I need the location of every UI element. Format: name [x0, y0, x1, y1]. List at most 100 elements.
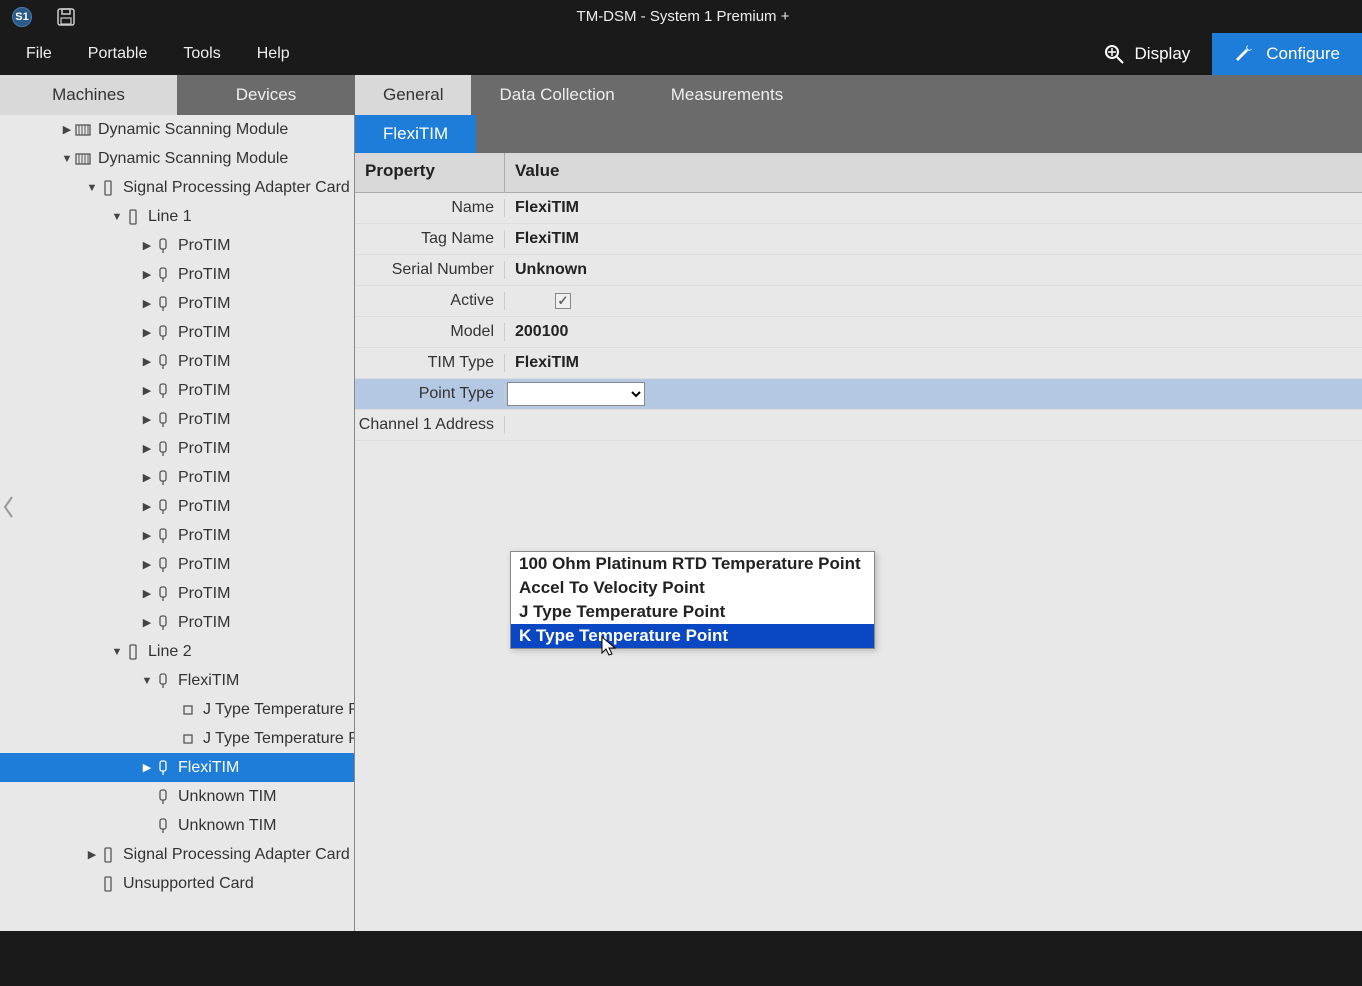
tim-icon — [154, 528, 172, 544]
card-icon — [99, 847, 117, 863]
tree-expander-icon[interactable]: ▶ — [140, 239, 154, 252]
tree-expander-icon[interactable]: ▶ — [140, 616, 154, 629]
tim-icon — [154, 238, 172, 254]
tree-row[interactable]: Unsupported Card — [0, 869, 354, 898]
tree-expander-icon[interactable]: ▶ — [140, 413, 154, 426]
tree-expander-icon[interactable]: ▶ — [140, 529, 154, 542]
mode-configure-label: Configure — [1266, 44, 1340, 64]
tree-expander-icon[interactable]: ▶ — [140, 355, 154, 368]
top-tabs: Machines Devices General Data Collection… — [0, 75, 1362, 115]
card-icon — [124, 644, 142, 660]
tree-expander-icon[interactable]: ▶ — [140, 297, 154, 310]
tree-label: ProTIM — [178, 324, 230, 342]
tree-expander-icon[interactable]: ▶ — [140, 587, 154, 600]
point-icon — [179, 733, 197, 745]
tree-row[interactable]: ▶ProTIM — [0, 608, 354, 637]
tree-expander-icon[interactable]: ▼ — [140, 675, 154, 687]
tab-general[interactable]: General — [355, 75, 471, 115]
tab-machines[interactable]: Machines — [0, 75, 177, 115]
tree-expander-icon[interactable]: ▶ — [140, 471, 154, 484]
detail-tab-flexitim[interactable]: FlexiTIM — [355, 115, 476, 153]
tree-row[interactable]: ▶ ProTIM — [0, 347, 354, 376]
tree-row[interactable]: ▶ ProTIM — [0, 260, 354, 289]
tree-row[interactable]: ▶Dynamic Scanning Module — [0, 115, 354, 144]
prop-row: Tag NameFlexiTIM — [355, 224, 1362, 255]
active-checkbox[interactable]: ✓ — [555, 293, 571, 309]
prop-value[interactable] — [505, 382, 1362, 406]
tree-row[interactable]: ▼Dynamic Scanning Module — [0, 144, 354, 173]
tab-data-collection[interactable]: Data Collection — [471, 75, 642, 115]
tree-row[interactable]: ▼Line 2 — [0, 637, 354, 666]
tree-row[interactable]: ▶ProTIM — [0, 579, 354, 608]
tree-expander-icon[interactable]: ▶ — [140, 384, 154, 397]
tree-expander-icon[interactable]: ▼ — [110, 211, 124, 223]
tree-row[interactable]: ▶ ProTIM — [0, 318, 354, 347]
tree-expander-icon[interactable]: ▶ — [140, 500, 154, 513]
point-type-select[interactable] — [507, 382, 645, 406]
prop-row: NameFlexiTIM — [355, 193, 1362, 224]
prop-label: Active — [355, 292, 505, 310]
tree-expander-icon[interactable]: ▼ — [60, 153, 74, 165]
dropdown-option[interactable]: 100 Ohm Platinum RTD Temperature Point — [511, 552, 874, 576]
menu-tools[interactable]: Tools — [165, 37, 238, 71]
tree-expander-icon[interactable]: ▶ — [140, 558, 154, 571]
tree-row[interactable]: ▼Line 1 — [0, 202, 354, 231]
tree-row[interactable]: J Type Temperature P — [0, 695, 354, 724]
dropdown-option[interactable]: J Type Temperature Point — [511, 600, 874, 624]
tree-expander-icon[interactable]: ▶ — [140, 326, 154, 339]
menu-file[interactable]: File — [8, 37, 70, 71]
tim-icon — [154, 586, 172, 602]
prop-value: FlexiTIM — [505, 230, 1362, 248]
tree-expander-icon[interactable]: ▶ — [140, 268, 154, 281]
tab-measurements[interactable]: Measurements — [643, 75, 811, 115]
tree-row[interactable]: ▶ProTIM — [0, 405, 354, 434]
dropdown-option[interactable]: Accel To Velocity Point — [511, 576, 874, 600]
tim-icon — [154, 383, 172, 399]
tree-row[interactable]: Unknown TIM — [0, 811, 354, 840]
tree-row[interactable]: ▶ProTIM — [0, 231, 354, 260]
tree-row[interactable]: ▶ProTIM — [0, 434, 354, 463]
save-icon[interactable] — [56, 7, 76, 27]
mode-configure-button[interactable]: Configure — [1212, 33, 1362, 75]
tree-row[interactable]: ▼FlexiTIM — [0, 666, 354, 695]
tree-row[interactable]: ▶ProTIM — [0, 376, 354, 405]
device-tree[interactable]: ▶Dynamic Scanning Module▼Dynamic Scannin… — [0, 115, 355, 986]
prop-value: FlexiTIM — [505, 354, 1362, 372]
mode-display-button[interactable]: Display — [1081, 33, 1213, 75]
tree-row[interactable]: ▶ProTIM — [0, 521, 354, 550]
tab-devices[interactable]: Devices — [177, 75, 355, 115]
tree-expander-icon[interactable]: ▶ — [140, 442, 154, 455]
tree-row[interactable]: ▶ProTIM — [0, 492, 354, 521]
tree-label: J Type Temperature P — [203, 730, 354, 748]
tree-row[interactable]: ▶ProTIM — [0, 463, 354, 492]
tree-label: ProTIM — [178, 353, 230, 371]
tree-row[interactable]: J Type Temperature P — [0, 724, 354, 753]
prop-value: FlexiTIM — [505, 199, 1362, 217]
tree-label: Signal Processing Adapter Card — [123, 846, 350, 864]
tim-icon — [154, 325, 172, 341]
bottom-strip — [0, 931, 1362, 986]
prop-value[interactable]: ✓ — [505, 293, 1362, 309]
prop-row: TIM TypeFlexiTIM — [355, 348, 1362, 379]
tim-icon — [154, 789, 172, 805]
tree-row[interactable]: ▶ProTIM — [0, 289, 354, 318]
tree-expander-icon[interactable]: ▶ — [140, 761, 154, 774]
menu-portable[interactable]: Portable — [70, 37, 166, 71]
tree-row[interactable]: ▶ProTIM — [0, 550, 354, 579]
tree-label: ProTIM — [178, 266, 230, 284]
tree-expander-icon[interactable]: ▶ — [60, 123, 74, 136]
tree-expander-icon[interactable]: ▼ — [110, 646, 124, 658]
collapse-chevron-icon[interactable] — [2, 495, 16, 525]
menu-help[interactable]: Help — [239, 37, 308, 71]
tree-row[interactable]: ▼ Signal Processing Adapter Card — [0, 173, 354, 202]
tree-row[interactable]: ▶FlexiTIM — [0, 753, 354, 782]
tree-expander-icon[interactable]: ▼ — [85, 182, 99, 194]
dropdown-option[interactable]: K Type Temperature Point — [511, 624, 874, 648]
point-type-dropdown[interactable]: 100 Ohm Platinum RTD Temperature PointAc… — [510, 551, 875, 649]
tree-expander-icon[interactable]: ▶ — [85, 848, 99, 861]
tree-label: Signal Processing Adapter Card — [123, 179, 350, 197]
prop-row: Serial NumberUnknown — [355, 255, 1362, 286]
tree-row[interactable]: Unknown TIM — [0, 782, 354, 811]
prop-label: Channel 1 Address — [355, 416, 505, 434]
tree-row[interactable]: ▶ Signal Processing Adapter Card — [0, 840, 354, 869]
